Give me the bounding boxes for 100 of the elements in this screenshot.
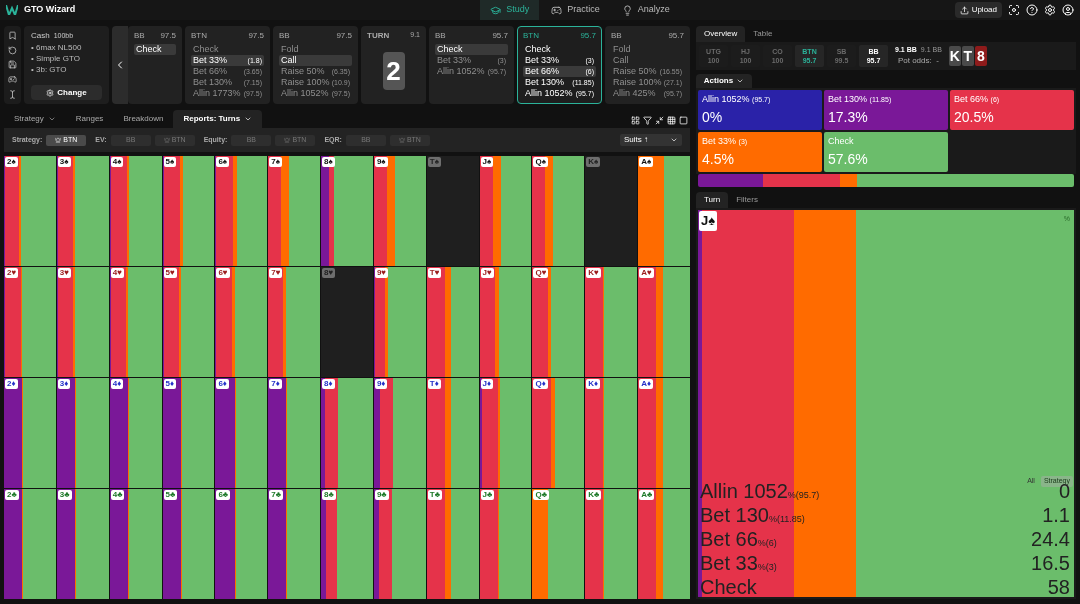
turn-card-cell[interactable]: 2♣: [4, 489, 56, 599]
turn-card-cell[interactable]: A♦: [638, 378, 690, 488]
nav-tab[interactable]: Practice: [541, 0, 610, 20]
turn-card-cell[interactable]: 5♣: [162, 489, 215, 599]
turn-card-cell[interactable]: 8♠: [321, 156, 373, 266]
turn-card-cell[interactable]: A♠: [638, 156, 690, 266]
grid-layout-icon[interactable]: [631, 116, 640, 125]
action-option[interactable]: Call: [611, 55, 684, 66]
stat-value: 58: [1047, 577, 1070, 597]
change-button[interactable]: Change: [31, 85, 102, 100]
turn-card-cell[interactable]: J♥: [479, 267, 532, 377]
user-icon[interactable]: [1062, 4, 1074, 16]
turn-card-cell[interactable]: J♠: [479, 156, 532, 266]
turn-card-cell[interactable]: 6♦: [215, 378, 268, 488]
action-option[interactable]: Check: [523, 44, 596, 55]
card-label: Q♦: [533, 379, 548, 389]
compact-icon[interactable]: [655, 116, 664, 125]
turn-card-cell[interactable]: 9♦: [373, 378, 426, 488]
panel-tab[interactable]: Filters: [728, 192, 766, 208]
board-card: 8: [974, 46, 987, 66]
turn-card-cell[interactable]: 6♠: [215, 156, 268, 266]
turn-card-cell[interactable]: 9♥: [373, 267, 426, 377]
turn-card-cell[interactable]: 5♦: [162, 378, 215, 488]
card-label: 4♦: [110, 379, 124, 389]
panel-tab[interactable]: Table: [745, 26, 781, 42]
filter-icon[interactable]: [643, 116, 652, 125]
action-option[interactable]: Check: [435, 44, 508, 55]
action-option[interactable]: Call: [279, 55, 352, 66]
turn-card-cell[interactable]: 7♣: [268, 489, 321, 599]
player-name: BB: [435, 30, 446, 42]
turn-card-cell[interactable]: Q♥: [532, 267, 585, 377]
turn-card-cell[interactable]: Q♣: [532, 489, 585, 599]
turn-card-cell[interactable]: 2♥: [4, 267, 56, 377]
turn-card-cell[interactable]: 2♦: [4, 378, 56, 488]
square-icon[interactable]: [679, 116, 688, 125]
card-label: 3♣: [57, 490, 72, 500]
bookmark-icon[interactable]: [8, 30, 17, 40]
view-tab[interactable]: Reports: Turns: [173, 110, 263, 128]
save-icon[interactable]: [8, 60, 17, 70]
turn-card-cell[interactable]: 4♣: [109, 489, 162, 599]
nav-tab[interactable]: Study: [480, 0, 540, 20]
help-icon[interactable]: [1026, 4, 1038, 16]
scan-icon[interactable]: [1008, 4, 1020, 16]
upload-button[interactable]: Upload: [954, 2, 1002, 18]
turn-card-cell[interactable]: 3♥: [56, 267, 109, 377]
grid-icon[interactable]: [667, 116, 676, 125]
turn-card-cell[interactable]: 3♣: [56, 489, 109, 599]
turn-card-cell[interactable]: 7♦: [268, 378, 321, 488]
turn-card-cell[interactable]: A♣: [638, 489, 690, 599]
action-option[interactable]: Fold: [611, 44, 684, 55]
turn-card-cell[interactable]: 5♥: [162, 267, 215, 377]
settings-icon[interactable]: [1044, 4, 1056, 16]
turn-card-cell[interactable]: 9♣: [373, 489, 426, 599]
turn-card-cell[interactable]: 2♠: [4, 156, 56, 266]
player-stack: 97.5: [248, 30, 264, 42]
view-tab[interactable]: Breakdown: [113, 110, 174, 128]
turn-card-cell[interactable]: Q♦: [532, 378, 585, 488]
turn-card-cell[interactable]: 4♠: [109, 156, 162, 266]
view-tab[interactable]: Strategy: [4, 110, 66, 128]
rotate-icon[interactable]: [8, 45, 17, 55]
turn-card-cell[interactable]: 7♠: [268, 156, 321, 266]
player-stack: 97.5: [160, 30, 176, 42]
player-name: BB: [279, 30, 290, 42]
turn-card-cell[interactable]: K♥: [585, 267, 638, 377]
street-name: TURN: [367, 30, 390, 42]
gamepad-icon[interactable]: [8, 75, 17, 85]
turn-card-cell[interactable]: 3♠: [56, 156, 109, 266]
turn-card-cell[interactable]: 5♠: [162, 156, 215, 266]
turn-card-cell[interactable]: A♥: [638, 267, 690, 377]
action-option[interactable]: Check: [134, 44, 176, 55]
turn-card-cell[interactable]: 7♥: [268, 267, 321, 377]
text-cursor-icon[interactable]: [8, 90, 17, 100]
turn-card-cell[interactable]: J♣: [479, 489, 532, 599]
turn-card-cell[interactable]: 8♣: [321, 489, 373, 599]
turn-card-cell[interactable]: T♥: [426, 267, 479, 377]
turn-card-cell[interactable]: 6♥: [215, 267, 268, 377]
panel-tab[interactable]: Overview: [696, 26, 746, 42]
card-label: 5♦: [163, 379, 177, 389]
crown-icon: [284, 137, 291, 143]
turn-card-cell[interactable]: 3♦: [56, 378, 109, 488]
turn-card-cell[interactable]: T♦: [426, 378, 479, 488]
turn-card-cell[interactable]: T♣: [426, 489, 479, 599]
turn-card-cell[interactable]: 9♠: [373, 156, 426, 266]
turn-card-cell[interactable]: 8♦: [321, 378, 373, 488]
card-label: 8♠: [322, 157, 335, 167]
turn-card-cell[interactable]: K♦: [585, 378, 638, 488]
action-option[interactable]: Fold: [279, 44, 352, 55]
action-option[interactable]: Check: [191, 44, 264, 55]
nav-tab[interactable]: Analyze: [611, 0, 680, 20]
turn-card-cell[interactable]: J♦: [479, 378, 532, 488]
turn-card-cell[interactable]: 6♣: [215, 489, 268, 599]
view-tab[interactable]: Ranges: [65, 110, 114, 128]
actions-dropdown[interactable]: Actions: [696, 74, 752, 88]
turn-card-cell[interactable]: 4♦: [109, 378, 162, 488]
turn-card-cell[interactable]: K♣: [585, 489, 638, 599]
turn-card-cell[interactable]: Q♠: [532, 156, 585, 266]
sort-dropdown[interactable]: Suits ↑: [620, 134, 682, 146]
panel-tab[interactable]: Turn: [696, 192, 729, 208]
card-label: 7♥: [269, 268, 283, 278]
turn-card-cell[interactable]: 4♥: [109, 267, 162, 377]
